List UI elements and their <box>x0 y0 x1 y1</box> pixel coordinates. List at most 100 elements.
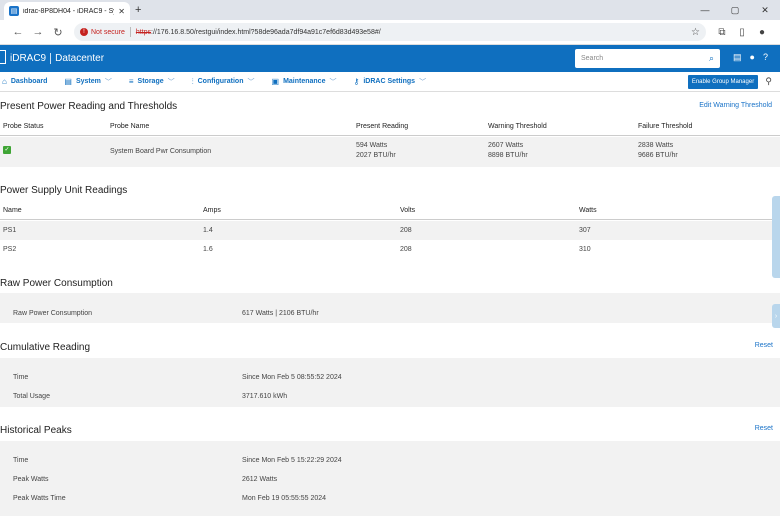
maximize-button[interactable]: ▢ <box>720 0 750 20</box>
edit-warning-threshold-link[interactable]: Edit Warning Threshold <box>699 102 772 109</box>
chevron-down-icon: ﹀ <box>104 78 112 86</box>
close-window-button[interactable]: ✕ <box>750 0 780 20</box>
cumulative-title: Cumulative Reading <box>0 342 91 353</box>
database-icon: ≡ <box>128 77 134 86</box>
dell-logo-icon <box>0 50 6 64</box>
wrench-icon: ▣ <box>271 77 280 86</box>
col-volts: Volts <box>400 207 416 214</box>
tab-close-icon[interactable]: ✕ <box>118 7 125 16</box>
main-menu: ⌂ Dashboard ▤ System ﹀ ≡ Storage ﹀ ⫶ Con… <box>0 72 780 92</box>
user-icon[interactable]: ● <box>750 52 755 63</box>
power-thresholds-title: Present Power Reading and Thresholds <box>0 101 178 112</box>
kv-row: Total Usage 3717.610 kWh <box>0 387 780 406</box>
psu-amps: 1.6 <box>203 246 213 253</box>
pin-icon[interactable]: ⚲ <box>765 76 772 87</box>
psu-volts: 208 <box>400 246 412 253</box>
enable-group-manager-button[interactable]: Enable Group Manager <box>688 75 758 89</box>
menu-configuration[interactable]: ⫶ Configuration ﹀ <box>192 77 255 87</box>
psu-table-header: Name Amps Volts Watts <box>0 201 780 220</box>
extensions-icon[interactable]: ⧉ <box>712 27 732 38</box>
menu-storage[interactable]: ≡ Storage ﹀ <box>129 77 175 87</box>
col-warning-threshold: Warning Threshold <box>488 123 547 130</box>
psu-name: PS2 <box>3 246 17 253</box>
url-field[interactable]: ! Not secure https://176.16.8.50/restgui… <box>74 23 706 41</box>
url-text: https://176.16.8.50/restgui/index.html?5… <box>136 29 381 36</box>
browser-tab[interactable]: ▤ idrac-8P8DH04 - iDRAC9 - Syst ✕ <box>4 2 130 20</box>
brand: iDRAC9 Datacenter <box>10 53 104 64</box>
idrac-header: iDRAC9 Datacenter Search ⌕ ▤ ● ? <box>0 45 780 72</box>
peaks-reset-link[interactable]: Reset <box>755 425 773 432</box>
search-input[interactable]: Search ⌕ <box>575 49 720 68</box>
present-btu: 2027 BTU/hr <box>356 152 396 159</box>
forward-arrow-icon[interactable]: → <box>28 26 48 38</box>
group-manager-icon[interactable]: ▤ <box>733 52 742 63</box>
menu-maintenance-label: Maintenance <box>283 78 326 85</box>
url-path: ://176.16.8.50/restgui/index.html?58de96… <box>151 28 381 36</box>
url-scheme: https <box>135 28 152 36</box>
url-divider <box>129 27 131 37</box>
kv-row: Peak Watts 2612 Watts <box>0 470 780 489</box>
col-name: Name <box>3 207 22 214</box>
probe-name: System Board Pwr Consumption <box>110 148 212 155</box>
menu-system-label: System <box>75 78 101 85</box>
key-icon: ⚷ <box>353 77 360 86</box>
new-tab-button[interactable]: + <box>135 4 141 16</box>
raw-power-title: Raw Power Consumption <box>0 278 113 289</box>
chevron-down-icon: ﹀ <box>419 78 427 86</box>
failure-watts: 2838 Watts <box>638 142 674 149</box>
warning-watts: 2607 Watts <box>488 142 524 149</box>
menu-dashboard[interactable]: ⌂ Dashboard <box>2 77 47 86</box>
total-usage-label: Total Usage <box>13 393 50 400</box>
cumulative-time-value: Since Mon Feb 5 08:55:52 2024 <box>242 374 342 381</box>
chevron-down-icon: ﹀ <box>167 78 175 86</box>
tab-title: idrac-8P8DH04 - iDRAC9 - Syst <box>23 7 115 15</box>
peaks-title: Historical Peaks <box>0 425 72 436</box>
header-icons: ▤ ● ? <box>733 52 768 63</box>
profile-icon[interactable]: ● <box>752 27 772 38</box>
psu-watts: 310 <box>579 246 591 253</box>
minimize-button[interactable]: — <box>690 0 720 20</box>
kv-row: Peak Watts Time Mon Feb 19 05:55:55 2024 <box>0 489 780 508</box>
security-warning[interactable]: ! Not secure <box>80 28 125 36</box>
bookmark-star-icon[interactable]: ☆ <box>691 27 700 38</box>
menu-dashboard-label: Dashboard <box>10 78 48 85</box>
brand-divider <box>50 53 52 64</box>
col-failure-threshold: Failure Threshold <box>638 123 693 130</box>
chevron-down-icon: ﹀ <box>329 78 337 86</box>
window-controls: — ▢ ✕ <box>690 0 780 20</box>
kv-row: Raw Power Consumption 617 Watts | 2106 B… <box>0 306 780 325</box>
brand-context: Datacenter <box>55 53 105 64</box>
help-icon[interactable]: ? <box>763 52 768 63</box>
cumulative-reset-link[interactable]: Reset <box>755 342 773 349</box>
warning-icon: ! <box>80 28 88 36</box>
home-icon: ⌂ <box>2 77 7 86</box>
psu-title: Power Supply Unit Readings <box>0 185 128 196</box>
collapse-chevron-icon[interactable]: › <box>772 304 780 328</box>
col-watts: Watts <box>579 207 597 214</box>
address-bar: ← → ↻ ! Not secure https://176.16.8.50/r… <box>0 20 780 45</box>
col-amps: Amps <box>203 207 221 214</box>
psu-volts: 208 <box>400 227 412 234</box>
peak-watts-label: Peak Watts <box>13 476 49 483</box>
sidebar-icon[interactable]: ▯ <box>732 27 752 38</box>
present-watts: 594 Watts <box>356 142 388 149</box>
kv-row: Time Since Mon Feb 5 08:55:52 2024 <box>0 368 780 387</box>
kv-row: Time Since Mon Feb 5 15:22:29 2024 <box>0 451 780 470</box>
menu-system[interactable]: ▤ System ﹀ <box>64 77 111 87</box>
search-icon[interactable]: ⌕ <box>709 53 714 64</box>
warning-btu: 8898 BTU/hr <box>488 152 528 159</box>
status-ok-icon: ✓ <box>3 146 11 154</box>
reload-icon[interactable]: ↻ <box>48 26 68 39</box>
col-probe-status: Probe Status <box>3 123 44 130</box>
chevron-down-icon: ﹀ <box>247 78 255 86</box>
table-row: ✓ System Board Pwr Consumption 594 Watts… <box>0 137 780 167</box>
brand-name: iDRAC9 <box>10 53 47 64</box>
menu-idrac-settings[interactable]: ⚷ iDRAC Settings ﹀ <box>353 77 426 87</box>
raw-power-value: 617 Watts | 2106 BTU/hr <box>242 310 319 317</box>
back-arrow-icon[interactable]: ← <box>8 26 28 38</box>
table-row: PS1 1.4 208 307 <box>0 221 780 240</box>
menu-maintenance[interactable]: ▣ Maintenance ﹀ <box>272 77 337 87</box>
failure-btu: 9686 BTU/hr <box>638 152 678 159</box>
feedback-side-tab[interactable] <box>772 196 780 278</box>
browser-tab-bar: ▤ idrac-8P8DH04 - iDRAC9 - Syst ✕ + — ▢ … <box>0 0 780 20</box>
